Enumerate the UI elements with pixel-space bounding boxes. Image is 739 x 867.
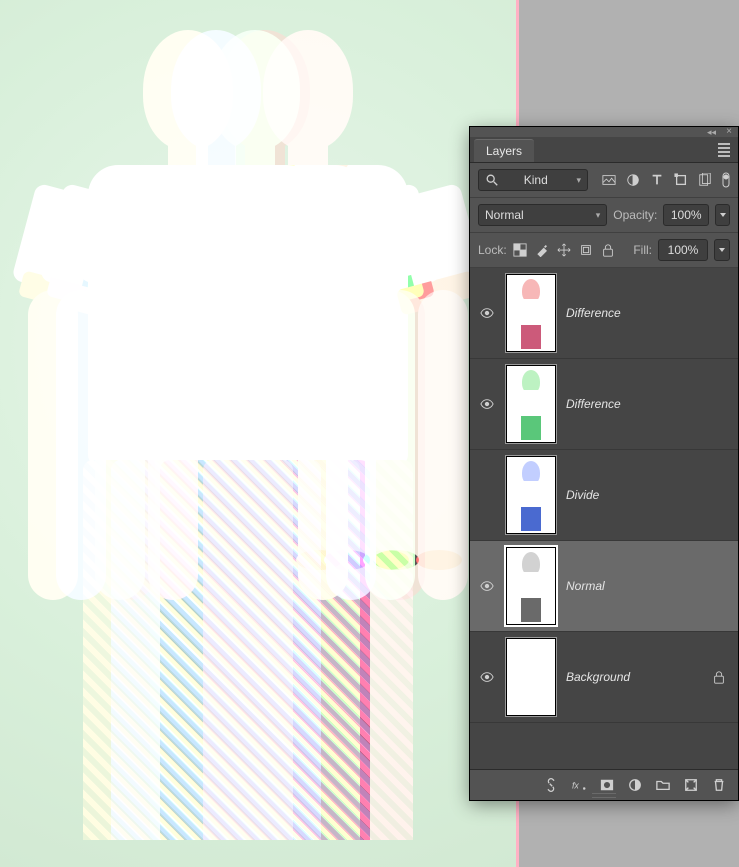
artwork-layer-red xyxy=(168,10,448,830)
filter-kind-label: Kind xyxy=(524,173,548,187)
visibility-eye-icon[interactable] xyxy=(480,670,494,684)
lock-label: Lock: xyxy=(478,243,507,257)
blend-mode-select[interactable]: Normal ▾ xyxy=(478,204,607,226)
filter-kind-select[interactable]: Kind ▾ xyxy=(478,169,588,191)
opacity-stepper[interactable] xyxy=(715,204,730,226)
layers-list[interactable]: Difference Difference Divide Normal Backgrou… xyxy=(470,268,738,769)
layer-thumbnail[interactable] xyxy=(506,274,556,352)
fill-stepper[interactable] xyxy=(714,239,730,261)
layers-panel: ◂◂ × Layers Kind ▾ Normal ▾ Opacity: 100… xyxy=(470,127,738,800)
link-layers-icon[interactable] xyxy=(544,778,558,792)
panel-resize-grip[interactable] xyxy=(592,793,616,798)
lock-transparency-icon[interactable] xyxy=(513,243,527,257)
filter-row: Kind ▾ xyxy=(470,163,738,198)
layer-row[interactable]: Difference xyxy=(470,268,738,359)
delete-layer-icon[interactable] xyxy=(712,778,726,792)
layer-visibility-toggle[interactable] xyxy=(480,306,496,320)
opacity-value[interactable]: 100% xyxy=(663,204,709,226)
layer-row[interactable]: Divide xyxy=(470,450,738,541)
layer-thumbnail[interactable] xyxy=(506,547,556,625)
filter-type-icon[interactable] xyxy=(650,173,664,187)
layer-name[interactable]: Divide xyxy=(566,488,702,502)
blend-row: Normal ▾ Opacity: 100% xyxy=(470,198,738,233)
layer-visibility-toggle[interactable] xyxy=(480,670,496,684)
filter-adjustment-icon[interactable] xyxy=(626,173,640,187)
svg-text:fx: fx xyxy=(572,781,579,791)
fill-value[interactable]: 100% xyxy=(658,239,708,261)
opacity-label: Opacity: xyxy=(613,208,657,222)
search-icon xyxy=(485,173,499,187)
new-layer-icon[interactable] xyxy=(684,778,698,792)
visibility-eye-icon[interactable] xyxy=(480,579,494,593)
filter-pixel-icon[interactable] xyxy=(602,173,616,187)
layer-row[interactable]: Normal xyxy=(470,541,738,632)
layer-name[interactable]: Normal xyxy=(566,579,702,593)
panel-topbar: ◂◂ × xyxy=(470,127,738,137)
layer-thumbnail[interactable] xyxy=(506,638,556,716)
visibility-eye-icon[interactable] xyxy=(480,306,494,320)
layer-mask-icon[interactable] xyxy=(600,778,614,792)
filter-shape-icon[interactable] xyxy=(674,173,688,187)
lock-position-icon[interactable] xyxy=(557,243,571,257)
filter-smart-icon[interactable] xyxy=(698,173,712,187)
layer-visibility-toggle[interactable] xyxy=(480,397,496,411)
panel-footer: fx xyxy=(470,769,738,800)
layer-fx-icon[interactable]: fx xyxy=(572,778,586,792)
close-panel-icon[interactable]: × xyxy=(726,126,732,137)
layer-row[interactable]: Difference xyxy=(470,359,738,450)
chevron-down-icon: ▾ xyxy=(576,175,581,186)
layer-thumbnail[interactable] xyxy=(506,365,556,443)
fill-label: Fill: xyxy=(633,243,652,257)
filter-toggle-icon[interactable] xyxy=(722,172,730,188)
lock-all-icon[interactable] xyxy=(601,243,615,257)
layer-row[interactable]: Background xyxy=(470,632,738,723)
layer-name[interactable]: Background xyxy=(566,670,702,684)
adjustment-layer-icon[interactable] xyxy=(628,778,642,792)
lock-icon xyxy=(712,670,726,684)
blend-mode-value: Normal xyxy=(485,208,524,222)
tab-layers[interactable]: Layers xyxy=(474,139,534,162)
layer-visibility-toggle[interactable] xyxy=(480,579,496,593)
visibility-eye-icon[interactable] xyxy=(480,397,494,411)
layer-lock-indicator xyxy=(712,670,728,684)
chevron-down-icon: ▾ xyxy=(596,210,601,221)
panel-menu-icon[interactable] xyxy=(718,143,730,157)
lock-artboard-icon[interactable] xyxy=(579,243,593,257)
lock-pixels-icon[interactable] xyxy=(535,243,549,257)
document-canvas[interactable] xyxy=(0,0,519,867)
layer-thumbnail[interactable] xyxy=(506,456,556,534)
layer-name[interactable]: Difference xyxy=(566,397,702,411)
group-layers-icon[interactable] xyxy=(656,778,670,792)
layer-name[interactable]: Difference xyxy=(566,306,702,320)
panel-tabs: Layers xyxy=(470,137,738,163)
lock-row: Lock: Fill: 100% xyxy=(470,233,738,268)
